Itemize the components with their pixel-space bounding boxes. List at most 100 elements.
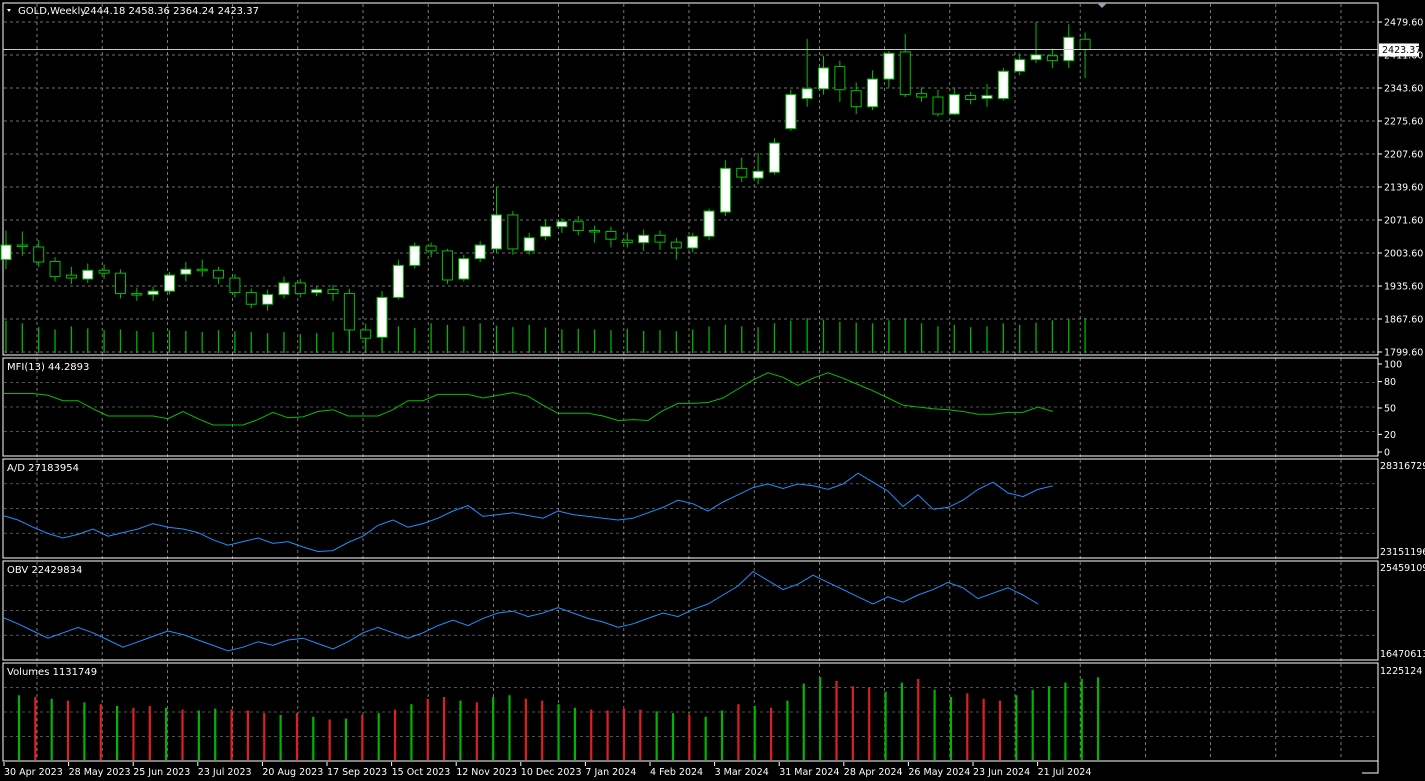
price-tick-label: 2275.60 — [1384, 117, 1423, 128]
candle-body — [327, 289, 339, 295]
current-price-tag-text: 2423.37 — [1382, 45, 1421, 56]
candle-body — [98, 269, 110, 274]
ad-label: A/D 27183954 — [7, 463, 79, 474]
symbol-label: GOLD,Weekly — [18, 6, 86, 17]
candle-body — [16, 244, 28, 248]
candle-body — [213, 269, 225, 279]
mfi-tick-label: 20 — [1384, 430, 1396, 441]
candle-body — [818, 67, 829, 90]
price-tick-label: 2071.60 — [1384, 216, 1423, 227]
candle-body — [883, 52, 895, 80]
candle-body — [491, 214, 502, 250]
candle-body — [392, 264, 404, 298]
candle-body — [768, 142, 780, 173]
obv-label: OBV 22429834 — [7, 565, 82, 576]
candle-body — [0, 244, 12, 261]
candle-body — [474, 244, 486, 260]
volume-axis: 1225124 — [1380, 666, 1422, 677]
candle-body — [1079, 38, 1091, 50]
current-price-tag: 2423.37 — [1379, 43, 1421, 57]
candle-body — [196, 268, 208, 272]
candle-body — [981, 95, 993, 99]
candle-body — [605, 230, 617, 240]
candle-body — [638, 234, 650, 244]
time-tick-label: 4 Feb 2024 — [650, 767, 703, 778]
price-tick-label: 1799.60 — [1384, 348, 1423, 359]
time-tick-label: 28 Apr 2024 — [844, 767, 903, 778]
candle-body — [441, 250, 453, 281]
price-tick-label: 1935.60 — [1384, 282, 1423, 293]
candle-body — [572, 221, 584, 231]
candle-body — [229, 277, 241, 294]
candle-body — [752, 170, 764, 179]
candle-body — [311, 289, 323, 294]
candle-body — [867, 78, 879, 108]
candle-body — [736, 167, 748, 178]
candle-body — [687, 235, 699, 249]
time-tick-label: 7 Jan 2024 — [585, 767, 636, 778]
mfi-tick-label: 50 — [1384, 404, 1396, 415]
candle-body — [409, 245, 421, 266]
candle-body — [540, 226, 552, 237]
volume-tick-label: 1225124 — [1380, 666, 1422, 677]
candle-body — [425, 245, 437, 252]
obv-tick-label: 25459109 — [1380, 563, 1425, 574]
time-tick-label: 21 Jul 2024 — [1038, 767, 1092, 778]
candle-body — [932, 96, 944, 115]
volumes-label: Volumes 1131749 — [7, 667, 97, 678]
time-tick-label: 23 Jul 2023 — [198, 767, 252, 778]
mfi-tick-label: 100 — [1384, 360, 1402, 371]
price-tick-label: 1867.60 — [1384, 315, 1423, 326]
candle-body — [114, 272, 126, 295]
candle-body — [507, 214, 519, 250]
candle-body — [360, 329, 372, 339]
time-tick-label: 25 Jun 2023 — [133, 767, 190, 778]
candle-body — [1014, 59, 1026, 72]
candle-body — [899, 51, 911, 96]
price-tick-label: 2479.60 — [1384, 18, 1423, 29]
candle-body — [1030, 54, 1042, 61]
candle-body — [245, 292, 257, 305]
candle-body — [65, 274, 77, 279]
candle-body — [719, 167, 731, 213]
time-tick-label: 12 Nov 2023 — [456, 767, 517, 778]
trading-chart[interactable]: 2479.602411.602343.602275.602207.602139.… — [0, 0, 1425, 781]
candle-body — [801, 88, 813, 99]
candle-body — [1046, 55, 1058, 62]
candle-body — [343, 293, 355, 331]
mfi-tick-label: 80 — [1384, 377, 1396, 388]
candle-body — [654, 234, 666, 243]
price-tick-label: 2343.60 — [1384, 84, 1423, 95]
price-tick-label: 2003.60 — [1384, 249, 1423, 260]
candle-body — [948, 94, 960, 115]
time-tick-label: 28 May 2023 — [69, 767, 131, 778]
candle-body — [965, 95, 977, 100]
candle-body — [670, 241, 682, 249]
candle-body — [164, 274, 175, 292]
ohlc-readout: 2444.18 2458.36 2364.24 2423.37 — [84, 6, 259, 17]
mfi-tick-label: 0 — [1384, 448, 1390, 459]
time-tick-label: 30 Apr 2023 — [4, 767, 63, 778]
time-tick-label: 31 Mar 2024 — [779, 767, 839, 778]
time-tick-label: 10 Dec 2023 — [521, 767, 582, 778]
time-tick-label: 23 Jun 2024 — [973, 767, 1030, 778]
candle-body — [834, 65, 846, 91]
candle-body — [49, 261, 61, 278]
candle-body — [916, 93, 928, 98]
time-tick-label: 3 Mar 2024 — [715, 767, 769, 778]
candle-body — [703, 210, 715, 237]
candle-body — [523, 237, 535, 252]
candle-body — [147, 290, 159, 296]
time-tick-label: 15 Oct 2023 — [392, 767, 451, 778]
candle-body — [556, 221, 568, 228]
time-tick-label: 20 Aug 2023 — [262, 767, 323, 778]
candle-body — [589, 229, 601, 233]
mfi-label: MFI(13) 44.2893 — [7, 362, 89, 373]
candle-body — [262, 294, 274, 305]
candle-body — [131, 293, 143, 296]
obv-tick-label: 16470613 — [1380, 649, 1425, 660]
candle-body — [850, 90, 862, 108]
time-tick-label: 17 Sep 2023 — [327, 767, 387, 778]
candle-body — [621, 239, 633, 244]
candle-body — [33, 246, 45, 263]
